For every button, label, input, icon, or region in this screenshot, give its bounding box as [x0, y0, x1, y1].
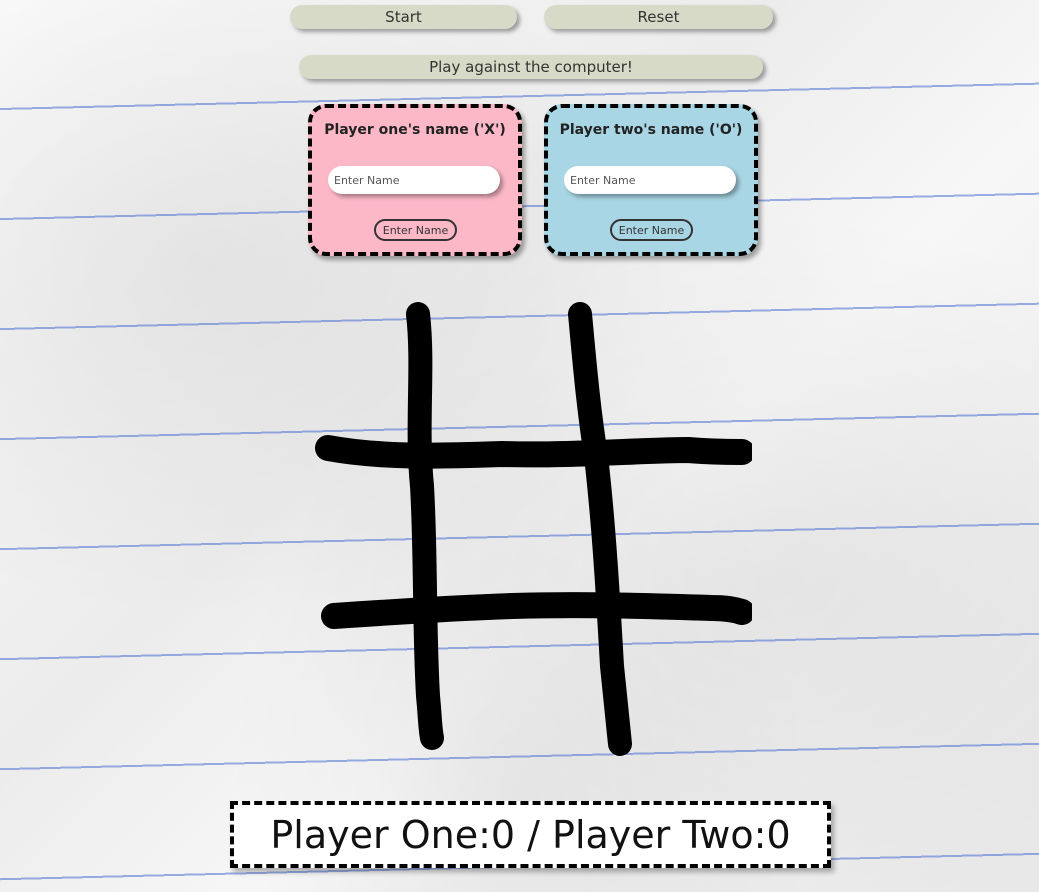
- player-two-card: Player two's name ('O') Enter Name: [544, 104, 758, 256]
- board-cell-9[interactable]: [614, 630, 752, 756]
- player-one-title: Player one's name ('X'): [324, 122, 506, 138]
- grid-line-vertical-left: [406, 302, 444, 750]
- board-cell-2[interactable]: [432, 296, 594, 436]
- score-separator: /: [515, 812, 553, 857]
- board-cell-6[interactable]: [614, 468, 752, 596]
- scoreboard: Player One: 0 / Player Two: 0: [230, 801, 831, 868]
- grid-line-horizontal-top: [315, 435, 752, 469]
- board-cell-7[interactable]: [312, 630, 412, 756]
- board-cell-1[interactable]: [312, 296, 412, 436]
- player-two-score-label: Player Two:: [552, 812, 767, 857]
- player-one-name-input[interactable]: [328, 166, 500, 194]
- player-two-title: Player two's name ('O'): [559, 122, 743, 138]
- start-button[interactable]: Start: [290, 5, 517, 29]
- player-one-score-label: Player One:: [270, 812, 491, 857]
- reset-button[interactable]: Reset: [544, 5, 773, 29]
- board-cell-4[interactable]: [312, 468, 412, 596]
- player-one-card: Player one's name ('X') Enter Name: [308, 104, 522, 256]
- player-two-name-input[interactable]: [564, 166, 736, 194]
- board-cell-8[interactable]: [432, 630, 594, 756]
- play-computer-button[interactable]: Play against the computer!: [299, 55, 763, 79]
- player-one-enter-button[interactable]: Enter Name: [374, 219, 457, 241]
- grid-line-horizontal-bottom: [321, 592, 752, 629]
- player-two-score: 0: [766, 812, 791, 857]
- player-two-enter-button[interactable]: Enter Name: [610, 219, 693, 241]
- player-one-score: 0: [490, 812, 516, 857]
- board-cell-3[interactable]: [614, 296, 752, 436]
- board-cell-5[interactable]: [432, 468, 594, 596]
- game-board: [312, 296, 752, 756]
